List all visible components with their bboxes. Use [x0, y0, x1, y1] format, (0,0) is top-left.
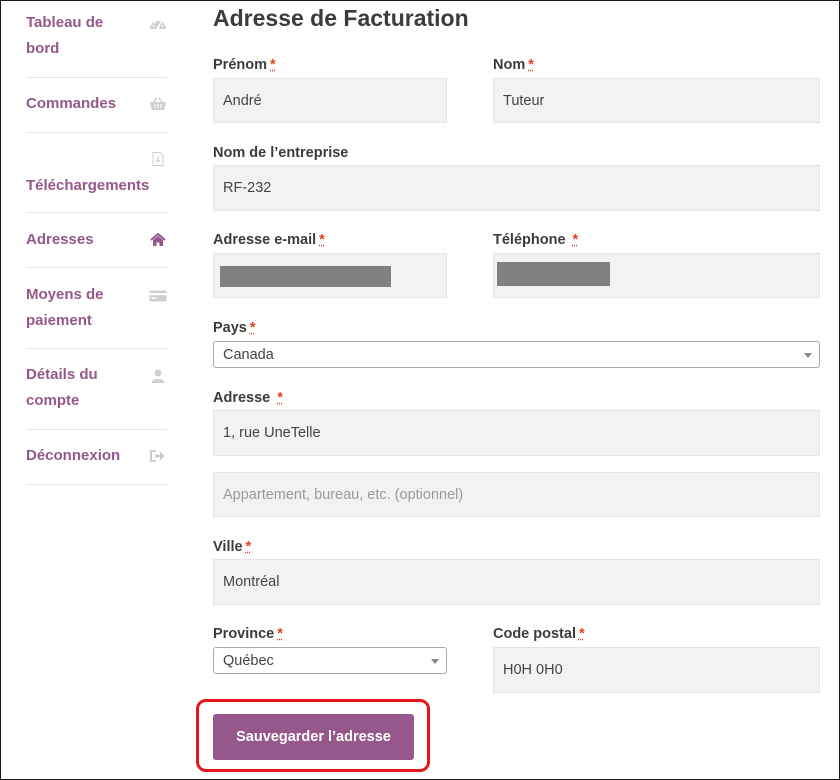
email-label: Adresse e-mail *	[213, 231, 325, 249]
last-name-label-text: Nom	[493, 57, 526, 73]
nav-label-downloads: Téléchargements	[26, 177, 150, 194]
required-marker: *	[578, 626, 585, 642]
country-label: Pays *	[213, 319, 256, 337]
required-marker: *	[277, 390, 283, 406]
credit-card-icon	[149, 289, 167, 303]
postal-code-field-box	[493, 647, 820, 693]
required-marker: *	[319, 232, 325, 248]
redacted-email-block	[220, 266, 391, 287]
phone-label: Téléphone *	[493, 231, 578, 249]
first-name-label-text: Prénom	[213, 57, 267, 73]
country-label-text: Pays	[213, 320, 247, 336]
nav-item-orders[interactable]: Commandes	[26, 78, 167, 133]
address-line2-input[interactable]	[223, 486, 810, 503]
nav-item-downloads[interactable]: Téléchargements	[26, 133, 167, 213]
dashboard-icon	[149, 17, 167, 31]
nav-item-payment-methods[interactable]: Moyens de paiement	[26, 268, 167, 349]
required-marker: *	[245, 539, 252, 555]
home-icon	[149, 232, 167, 247]
postal-code-input[interactable]	[503, 662, 810, 678]
nav-label-logout: Déconnexion	[26, 447, 121, 464]
city-label-text: Ville	[213, 539, 243, 555]
postal-code-label-text: Code postal	[493, 626, 576, 642]
required-marker: *	[249, 320, 256, 336]
chevron-down-icon	[804, 353, 812, 358]
nav-label-payment-methods: Moyens de paiement	[26, 286, 104, 329]
company-field-box	[213, 165, 820, 211]
province-label: Province *	[213, 625, 283, 643]
nav-label-dashboard: Tableau de bord	[26, 14, 104, 57]
nav-item-logout[interactable]: Déconnexion	[26, 430, 167, 485]
nav-item-addresses[interactable]: Adresses	[26, 213, 167, 268]
first-name-field-box	[213, 78, 447, 123]
first-name-input[interactable]	[223, 92, 437, 109]
city-label: Ville *	[213, 538, 251, 556]
user-icon	[149, 369, 167, 383]
required-marker: *	[277, 626, 283, 642]
phone-label-text: Téléphone	[493, 232, 566, 248]
province-label-text: Province	[213, 626, 275, 642]
nav-item-dashboard[interactable]: Tableau de bord	[26, 10, 167, 78]
sign-out-icon	[149, 449, 167, 463]
company-input[interactable]	[223, 180, 810, 196]
address-line1-input[interactable]	[223, 425, 810, 441]
nav-label-addresses: Adresses	[26, 231, 94, 248]
country-selected-value: Canada	[223, 346, 274, 363]
redacted-phone-block	[497, 262, 610, 286]
nav-label-orders: Commandes	[26, 95, 117, 112]
nav-item-account-details[interactable]: Détails du compte	[26, 349, 167, 430]
address-field-box	[213, 410, 820, 456]
postal-code-label: Code postal *	[493, 625, 585, 643]
page-title: Adresse de Facturation	[213, 5, 469, 31]
chevron-down-icon	[431, 659, 439, 664]
last-name-label: Nom *	[493, 56, 534, 74]
province-select[interactable]: Québec	[213, 647, 447, 674]
first-name-label: Prénom *	[213, 56, 276, 74]
company-label: Nom de l’entreprise	[213, 145, 349, 161]
required-marker: *	[572, 232, 579, 248]
city-field-box	[213, 559, 820, 605]
address-label: Adresse *	[213, 389, 283, 407]
last-name-input[interactable]	[503, 92, 810, 109]
required-marker: *	[528, 57, 534, 73]
nav-label-account-details: Détails du compte	[26, 366, 98, 409]
email-label-text: Adresse e-mail	[213, 232, 317, 248]
country-select[interactable]: Canada	[213, 341, 820, 368]
city-input[interactable]	[223, 574, 810, 590]
address2-field-box	[213, 472, 820, 517]
required-marker: *	[270, 57, 276, 73]
highlight-annotation	[196, 699, 430, 772]
address-label-text: Adresse	[213, 390, 271, 406]
file-download-icon	[149, 152, 167, 166]
last-name-field-box	[493, 78, 820, 123]
province-selected-value: Québec	[223, 652, 274, 669]
basket-icon	[149, 97, 167, 111]
